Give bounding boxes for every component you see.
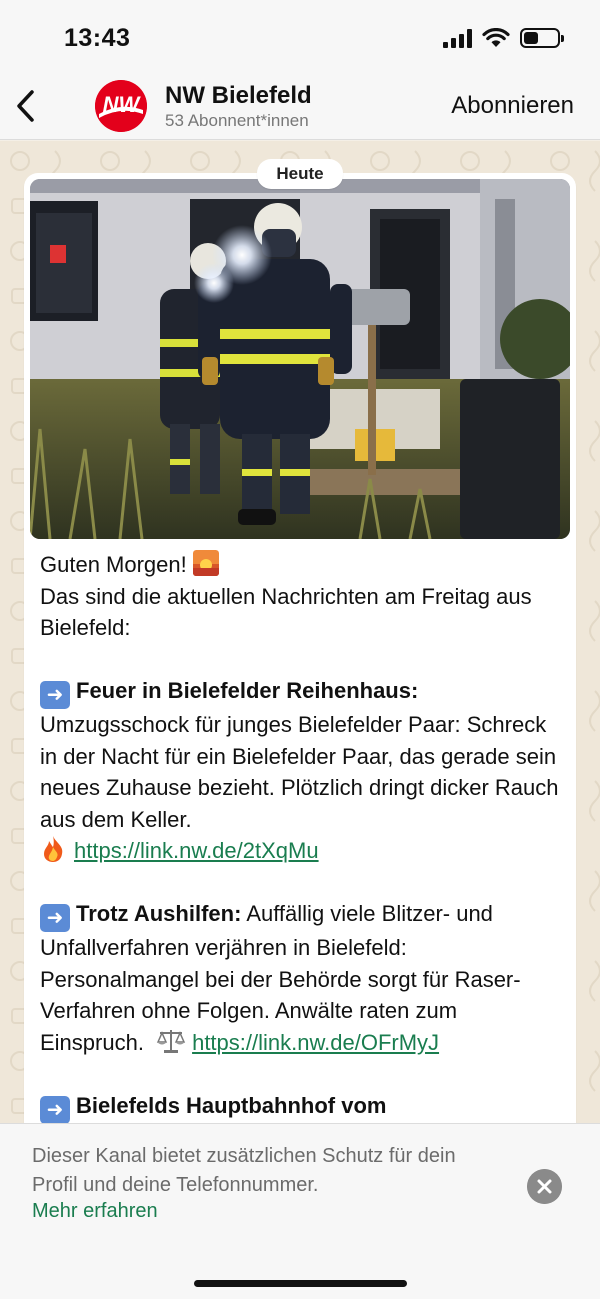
arrow-right-emoji-icon: ➜ <box>40 1095 70 1123</box>
fire-emoji-icon <box>44 836 63 862</box>
news-item-2-headline: Trotz Aushilfen: <box>76 901 242 926</box>
message-photo[interactable] <box>30 179 570 539</box>
news-item-1: ➜ Feuer in Bielefelder Reihenhaus: Umzugs… <box>40 675 560 867</box>
subscriber-count: 53 Abonnent*innen <box>165 111 309 130</box>
news-item-1-body: Umzugsschock für junges Bielefelder Paar… <box>40 712 559 832</box>
message-bubble[interactable]: Guten Morgen! Das sind die aktuellen Nac… <box>24 173 576 1123</box>
subscribe-button[interactable]: Abonnieren <box>451 92 574 120</box>
wifi-icon <box>482 28 510 47</box>
channel-name[interactable]: NW Bielefeld <box>165 82 312 110</box>
privacy-notice: Dieser Kanal bietet zusätzlichen Schutz … <box>0 1123 600 1299</box>
greeting-text: Guten Morgen! <box>40 552 187 577</box>
news-item-1-link[interactable]: https://link.nw.de/2tXqMu <box>74 838 319 863</box>
news-item-3-headline: Bielefelds Hauptbahnhof vom <box>76 1092 387 1118</box>
news-item-3: ➜ Bielefelds Hauptbahnhof vom <box>40 1090 560 1123</box>
date-chip: Heute <box>257 159 343 189</box>
scales-emoji-icon <box>156 1029 186 1053</box>
close-icon[interactable] <box>527 1169 562 1204</box>
battery-icon <box>520 28 564 48</box>
sunrise-emoji-icon <box>192 550 219 576</box>
chevron-left-icon[interactable] <box>14 88 38 124</box>
status-icons <box>443 28 564 48</box>
learn-more-link[interactable]: Mehr erfahren <box>32 1200 158 1223</box>
news-item-1-headline: Feuer in Bielefelder Reihenhaus: <box>76 678 419 703</box>
home-indicator[interactable] <box>194 1280 407 1287</box>
nw-logo-icon: NW <box>95 80 147 132</box>
signal-icon <box>443 28 472 48</box>
arrow-right-emoji-icon: ➜ <box>40 904 70 932</box>
chat-area[interactable]: Heute Guten Morgen! Das sind die aktuell… <box>0 141 600 1123</box>
notice-text: Dieser Kanal bietet zusätzlichen Schutz … <box>32 1145 456 1196</box>
svg-text:NW: NW <box>103 92 142 117</box>
message-text: Guten Morgen! Das sind die aktuellen Nac… <box>30 539 570 1123</box>
channel-header: NW NW Bielefeld 53 Abonnent*innen Abonni… <box>0 72 600 140</box>
news-item-2: ➜ Trotz Aushilfen: Auffällig viele Blitze… <box>40 898 560 1058</box>
intro-text: Das sind die aktuellen Nachrichten am Fr… <box>40 583 532 641</box>
status-bar: 13:43 <box>0 0 600 72</box>
channel-avatar[interactable]: NW <box>95 80 147 132</box>
status-time: 13:43 <box>64 24 131 52</box>
arrow-right-emoji-icon: ➜ <box>40 681 70 709</box>
news-item-2-link[interactable]: https://link.nw.de/OFrMyJ <box>192 1030 439 1055</box>
